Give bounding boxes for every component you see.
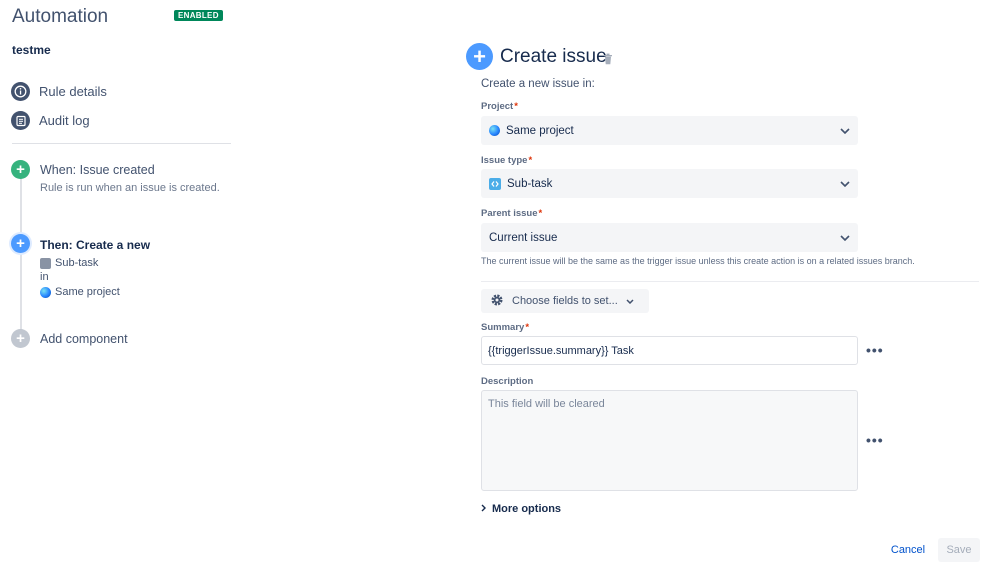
plus-icon: + [11,329,30,348]
gear-icon [490,293,504,310]
info-icon [11,82,30,101]
description-input[interactable]: This field will be cleared [481,390,858,491]
divider [12,143,231,144]
nav-item-label: Rule details [39,84,107,99]
plus-icon: + [11,160,30,179]
add-component-button[interactable]: + Add component [11,329,128,348]
summary-more-icon[interactable]: ••• [866,342,884,358]
description-more-icon[interactable]: ••• [866,432,884,448]
divider [481,281,979,282]
action-title: Then: Create a new [40,238,151,252]
chevron-down-icon [840,178,850,190]
description-label: Description [481,376,534,387]
status-badge: ENABLED [174,10,223,21]
issue-type-select[interactable]: Sub-task [481,169,858,198]
parent-issue-helper: The current issue will be the same as th… [481,256,915,266]
summary-label: Summary* [481,322,530,333]
action-in-text: in [40,271,49,283]
action-step[interactable]: + Then: Create a new Sub-task in Same pr… [11,234,150,298]
trash-icon[interactable] [603,52,613,70]
subtask-icon [40,257,51,269]
parent-issue-label: Parent issue* [481,208,543,219]
summary-value: {{triggerIssue.summary}} Task [488,344,634,357]
choose-fields-button[interactable]: Choose fields to set... [481,289,649,313]
create-intro: Create a new issue in: [481,78,595,90]
choose-fields-label: Choose fields to set... [512,295,618,307]
audit-log-icon [11,111,30,130]
project-icon [489,125,500,136]
save-button[interactable]: Save [938,538,980,562]
required-marker: * [528,155,533,166]
chevron-down-icon [840,125,850,137]
rule-name: testme [12,43,51,57]
project-label: Project* [481,101,518,112]
nav-item-audit-log[interactable]: Audit log [11,111,90,130]
cancel-button[interactable]: Cancel [885,538,931,562]
required-marker: * [514,101,518,112]
summary-input[interactable]: {{triggerIssue.summary}} Task [481,336,858,365]
action-issue-type: Sub-task [55,257,99,269]
project-icon [40,286,51,298]
trigger-title: When: Issue created [40,163,155,177]
required-marker: * [525,322,530,333]
parent-issue-select[interactable]: Current issue [481,223,858,252]
description-placeholder: This field will be cleared [488,398,605,410]
nav-item-rule-details[interactable]: Rule details [11,82,107,101]
chevron-down-icon [626,295,634,307]
chevron-down-icon [840,232,850,244]
more-options-toggle[interactable]: More options [481,503,561,515]
project-select[interactable]: Same project [481,116,858,145]
add-component-label: Add component [40,331,128,346]
trigger-step[interactable]: + When: Issue created Rule is run when a… [11,160,220,194]
page-title: Automation [12,6,109,27]
subtask-icon [489,177,501,190]
issue-type-value: Sub-task [507,177,553,190]
editor-title: Create issue [500,46,607,67]
plus-icon: + [466,43,493,70]
chevron-right-icon [481,503,486,515]
issue-type-label: Issue type* [481,155,533,166]
trigger-subtitle: Rule is run when an issue is created. [40,182,220,194]
required-marker: * [538,208,543,219]
action-project: Same project [55,286,120,298]
more-options-label: More options [492,503,562,515]
parent-issue-value: Current issue [489,231,558,244]
plus-icon: + [11,234,30,253]
project-value: Same project [506,124,574,137]
nav-item-label: Audit log [39,113,90,128]
